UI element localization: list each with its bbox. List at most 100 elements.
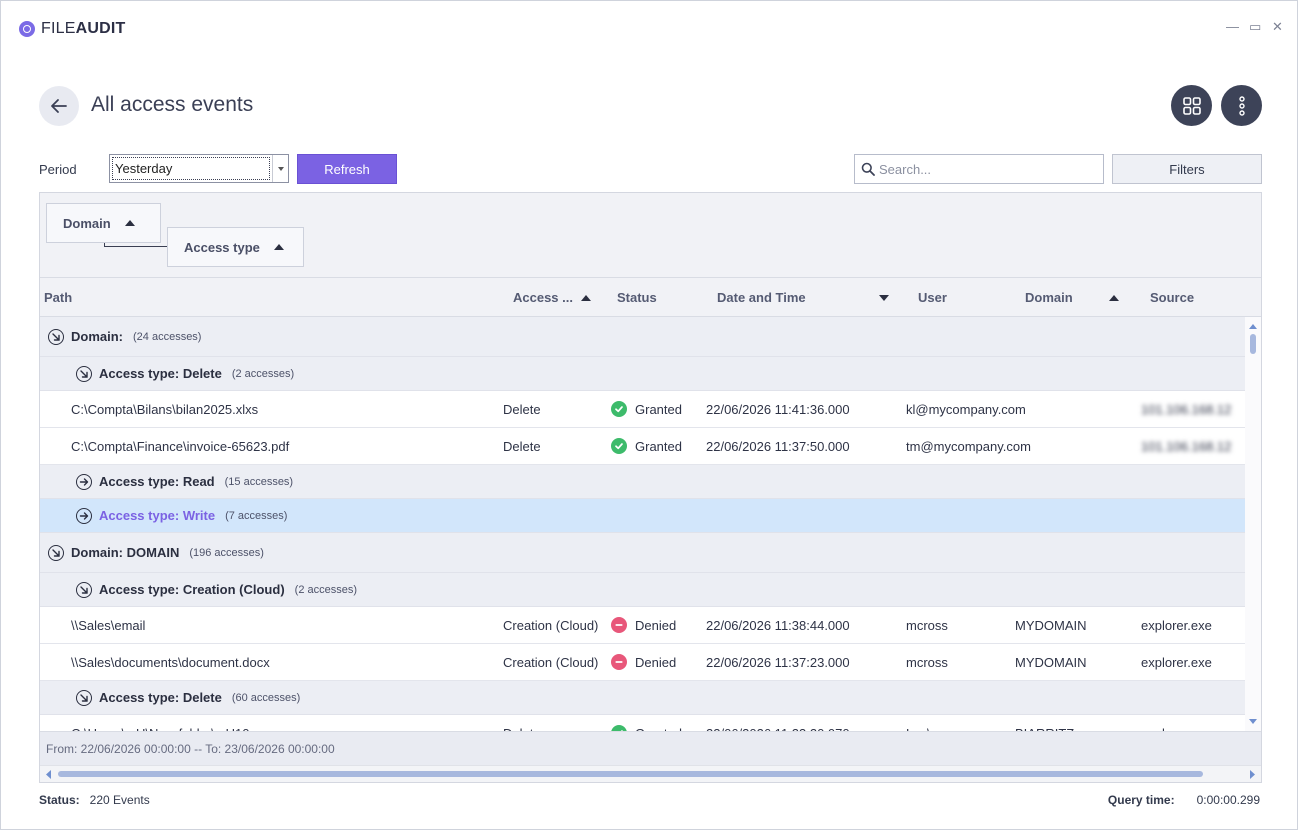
dropdown-arrow-icon[interactable]	[272, 155, 288, 182]
group-row-domain[interactable]: Domain: DOMAIN (196 accesses)	[40, 533, 1245, 573]
cell-status: Granted	[611, 391, 682, 427]
status-bar-left: Status: 220 Events	[39, 793, 150, 807]
cell-text: mcross	[906, 654, 948, 670]
group-label: Domain: DOMAIN	[71, 545, 180, 560]
scroll-thumb	[1250, 334, 1256, 354]
table-row[interactable]: C:\Compta\Finance\invoice-65623.pdf Delet…	[40, 428, 1245, 465]
column-header-source[interactable]: Source	[1150, 278, 1194, 317]
column-header-path[interactable]: Path	[44, 278, 72, 317]
group-count: (60 accesses)	[231, 691, 301, 704]
cell-path: C:\Compta\Bilans\bilan2025.xlxs	[71, 391, 258, 427]
group-row-access-type[interactable]: Access type: Write (7 accesses)	[40, 499, 1245, 533]
cell-text: explorer.exe	[1141, 654, 1212, 670]
cell-source: 101.106.168.12	[1141, 391, 1231, 427]
cell-text: kl@mycompany.com	[906, 401, 1026, 417]
collapse-icon[interactable]	[48, 328, 64, 345]
cell-text: 101.106.168.12	[1141, 438, 1232, 454]
horizontal-scrollbar[interactable]	[40, 765, 1261, 782]
group-label: Access type: Delete	[99, 690, 222, 705]
group-chip-access-type[interactable]: Access type	[167, 227, 304, 267]
column-header-access[interactable]: Access ...	[513, 278, 591, 317]
sort-ascending-icon	[581, 294, 591, 301]
cell-text: Delete	[503, 438, 541, 454]
expand-icon[interactable]	[76, 507, 92, 524]
group-row-access-type[interactable]: Access type: Delete (60 accesses)	[40, 681, 1245, 715]
group-row-access-type[interactable]: Access type: Read (15 accesses)	[40, 465, 1245, 499]
grid-view-button[interactable]	[1171, 85, 1212, 126]
page-title: All access events	[91, 93, 254, 116]
sort-descending-icon	[879, 294, 889, 301]
group-by-panel: Domain Access type	[40, 193, 1261, 278]
cell-text: mcross	[906, 617, 948, 633]
cell-text: 22/06/2026 11:41:36.000	[706, 401, 850, 417]
group-row-domain[interactable]: Domain: (24 accesses)	[40, 317, 1245, 357]
search-input[interactable]	[879, 161, 1099, 177]
cell-user: Loc\mcross	[906, 715, 972, 732]
back-button[interactable]	[39, 86, 79, 126]
cell-user: tm@mycompany.com	[906, 428, 1031, 464]
minimize-icon[interactable]: —	[1226, 19, 1239, 35]
group-count: (2 accesses)	[231, 367, 295, 380]
table-row[interactable]: \\Sales\documents\document.docx Creation …	[40, 644, 1245, 681]
cell-text: MYDOMAIN	[1015, 617, 1087, 633]
expand-icon[interactable]	[76, 473, 92, 490]
column-header-status[interactable]: Status	[617, 278, 657, 317]
cell-source: explorer.exe	[1141, 644, 1212, 680]
app-window: FILEAUDIT — ▭ ✕ All access events Period…	[0, 0, 1298, 830]
group-label: Access type: Creation (Cloud)	[99, 582, 285, 597]
cell-text: 22/06/2026 11:37:23.000	[706, 654, 850, 670]
group-count: (196 accesses)	[189, 546, 264, 559]
cell-text: \\Sales\documents\document.docx	[71, 654, 270, 670]
group-row-access-type[interactable]: Access type: Creation (Cloud) (2 accesses…	[40, 573, 1245, 607]
status-value: 220 Events	[89, 793, 150, 807]
column-header-datetime[interactable]: Date and Time	[717, 278, 889, 317]
filters-button[interactable]: Filters	[1112, 154, 1262, 184]
maximize-icon[interactable]: ▭	[1249, 19, 1261, 35]
search-icon	[861, 162, 875, 176]
cell-text: \\Sales\email	[71, 617, 146, 633]
collapse-icon[interactable]	[48, 544, 64, 561]
group-row-access-type[interactable]: Access type: Delete (2 accesses)	[40, 357, 1245, 391]
close-icon[interactable]: ✕	[1272, 19, 1283, 35]
period-select[interactable]: Yesterday	[109, 154, 289, 183]
period-select-value: Yesterday	[112, 157, 270, 180]
cell-text: C:\Compta\Finance\invoice-65623.pdf	[71, 438, 290, 454]
group-label: Access type: Delete	[99, 366, 222, 381]
cell-status: Denied	[611, 607, 676, 643]
sort-ascending-icon	[124, 220, 135, 226]
period-label: Period	[39, 162, 77, 177]
table-row[interactable]: C:\Users\mU\New folder\mU10 Delete Granted…	[40, 715, 1245, 731]
column-header-user[interactable]: User	[918, 278, 947, 317]
vertical-scrollbar[interactable]	[1245, 317, 1261, 731]
cell-path: \\Sales\documents\document.docx	[71, 644, 270, 680]
cell-domain: MYDOMAIN	[1015, 644, 1087, 680]
grid-body: Domain: (24 accesses) Access type: Delete (…	[40, 317, 1245, 731]
denied-icon	[611, 617, 627, 633]
column-header-row: Path Access ... Status Date and Time Use…	[40, 278, 1261, 317]
cell-text: 22/06/2026 11:37:50.000	[706, 438, 850, 454]
group-label: Domain:	[71, 329, 123, 344]
collapse-icon[interactable]	[76, 581, 92, 598]
search-field[interactable]	[854, 154, 1104, 184]
collapse-icon[interactable]	[76, 365, 92, 382]
column-header-domain[interactable]: Domain	[1025, 278, 1119, 317]
cell-access: Creation (Cloud)	[503, 644, 598, 680]
cell-text: Creation (Cloud)	[503, 654, 599, 670]
cell-source: explorer.exe	[1141, 607, 1212, 643]
sort-ascending-icon	[1109, 294, 1119, 301]
more-options-button[interactable]	[1221, 85, 1262, 126]
group-chip-domain[interactable]: Domain	[46, 203, 161, 243]
cell-text: Granted	[635, 401, 682, 417]
table-row[interactable]: C:\Compta\Bilans\bilan2025.xlxs Delete Gra…	[40, 391, 1245, 428]
group-chip-label: Access type	[184, 239, 260, 255]
arrow-left-icon	[51, 99, 67, 113]
cell-access: Delete	[503, 715, 541, 732]
cell-access: Creation (Cloud)	[503, 607, 598, 643]
collapse-icon[interactable]	[76, 689, 92, 706]
refresh-button[interactable]: Refresh	[297, 154, 397, 184]
cell-text: tm@mycompany.com	[906, 438, 1031, 454]
app-brand: FILEAUDIT	[19, 18, 125, 40]
table-row[interactable]: \\Sales\email Creation (Cloud) Denied 22/06…	[40, 607, 1245, 644]
cell-text: explorer.exe	[1141, 617, 1212, 633]
grid-icon	[1182, 96, 1201, 115]
